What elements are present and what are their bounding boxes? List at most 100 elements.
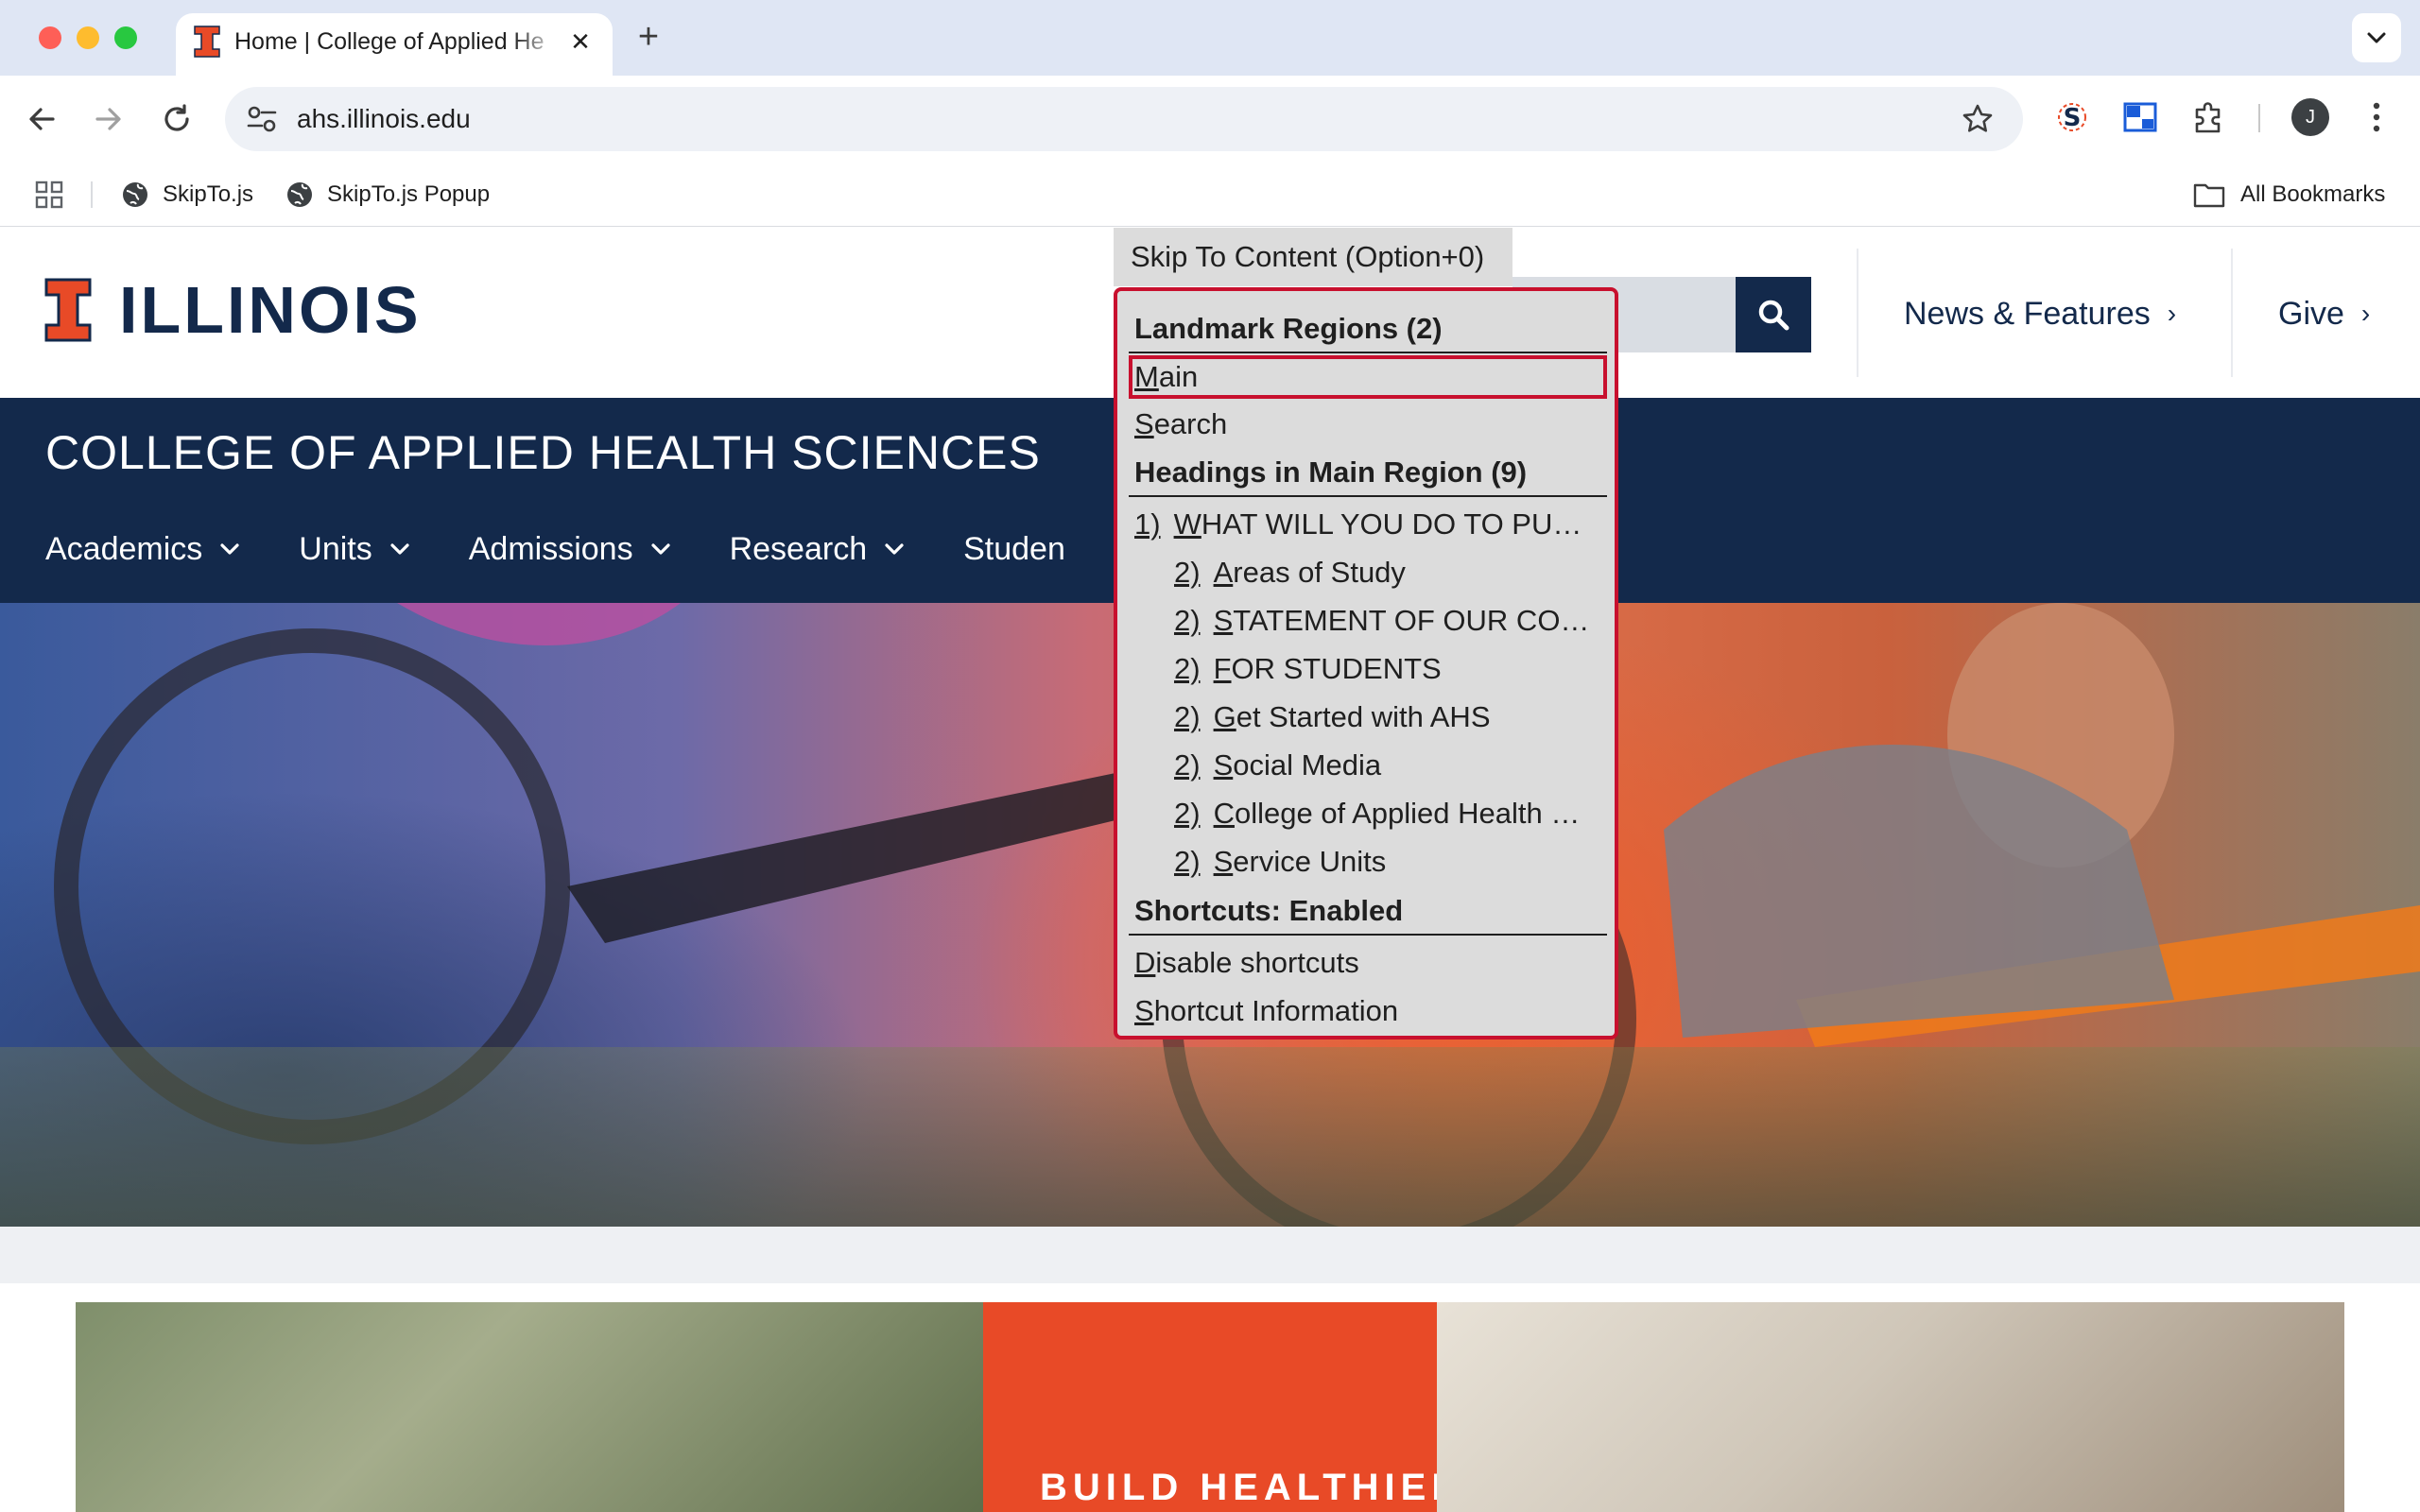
browser-tab-active[interactable]: Home | College of Applied He ✕ bbox=[176, 13, 613, 76]
skipto-item-search[interactable]: Search bbox=[1129, 403, 1607, 446]
bookmarks-separator bbox=[91, 181, 93, 208]
header-divider bbox=[1857, 249, 1858, 377]
nav-label: Academics bbox=[45, 530, 203, 567]
tab-close-icon[interactable]: ✕ bbox=[565, 26, 596, 57]
heading-level: 2) bbox=[1174, 652, 1201, 685]
give-link[interactable]: Give › bbox=[2278, 290, 2370, 337]
nav-admissions[interactable]: Admissions bbox=[469, 531, 671, 568]
skipto-heading-item[interactable]: 2) Areas of Study bbox=[1129, 551, 1607, 594]
skipto-item-label: hortcut Information bbox=[1153, 994, 1399, 1027]
chevron-down-icon bbox=[885, 543, 904, 555]
skipto-item-shortcut: S bbox=[1213, 845, 1234, 878]
skipto-item-label: reas of Study bbox=[1233, 556, 1406, 589]
skipto-disable-shortcuts[interactable]: Disable shortcuts bbox=[1129, 941, 1607, 985]
skipto-heading-item[interactable]: 2) College of Applied Health … bbox=[1129, 792, 1607, 835]
nav-label: Admissions bbox=[468, 530, 633, 567]
skipto-item-label: ollege of Applied Health … bbox=[1234, 797, 1581, 830]
skipto-item-shortcut: S bbox=[1213, 604, 1234, 637]
forward-arrow-icon[interactable] bbox=[86, 96, 131, 142]
skipto-heading-item[interactable]: 2) Get Started with AHS bbox=[1129, 696, 1607, 739]
chevron-right-icon: › bbox=[2360, 299, 2371, 328]
news-features-link[interactable]: News & Features › bbox=[1904, 290, 2176, 337]
skipto-item-shortcut: S bbox=[1213, 748, 1234, 782]
nav-units[interactable]: Units bbox=[299, 531, 409, 568]
svg-text:S: S bbox=[2064, 104, 2082, 132]
more-menu-icon[interactable] bbox=[2360, 96, 2394, 138]
apps-grid-icon[interactable] bbox=[34, 180, 64, 210]
skipto-item-shortcut: S bbox=[1134, 994, 1154, 1027]
close-window-button[interactable] bbox=[39, 26, 61, 49]
nav-research[interactable]: Research bbox=[730, 531, 906, 568]
campus-photo-card[interactable] bbox=[76, 1302, 983, 1512]
main-navigation: Academics Units Admissions Research Stud… bbox=[45, 523, 1124, 576]
toolbar-separator bbox=[2258, 104, 2260, 132]
illinois-wordmark[interactable]: ILLINOIS bbox=[119, 267, 422, 352]
college-title[interactable]: COLLEGE OF APPLIED HEALTH SCIENCES bbox=[45, 422, 1041, 483]
skipto-heading-item[interactable]: 2) Service Units bbox=[1129, 840, 1607, 884]
picture-extension-icon[interactable] bbox=[2119, 96, 2161, 138]
skipto-item-label: ain bbox=[1158, 360, 1199, 393]
bookmark-skipto[interactable]: SkipTo.js bbox=[121, 176, 253, 214]
extensions-puzzle-icon[interactable] bbox=[2187, 96, 2229, 138]
skipto-group-headings: Headings in Main Region (9) bbox=[1129, 450, 1607, 497]
skipto-heading-item[interactable]: 2) FOR STUDENTS bbox=[1129, 647, 1607, 691]
header-divider bbox=[2231, 249, 2233, 377]
skipto-heading-item[interactable]: 2) Social Media bbox=[1129, 744, 1607, 787]
folder-icon bbox=[2193, 183, 2225, 208]
illinois-favicon-icon bbox=[194, 26, 220, 58]
nav-students[interactable]: Studen bbox=[963, 531, 1065, 568]
profile-avatar[interactable]: J bbox=[2291, 98, 2329, 136]
browser-tab-strip: Home | College of Applied He ✕ + bbox=[0, 0, 2420, 76]
skipto-item-shortcut: C bbox=[1213, 797, 1235, 830]
zoom-window-button[interactable] bbox=[114, 26, 137, 49]
new-tab-button[interactable]: + bbox=[630, 19, 667, 57]
heading-level: 1) bbox=[1134, 507, 1161, 541]
promo-card[interactable]: BUILD HEALTHIER bbox=[983, 1302, 1459, 1512]
url-text[interactable]: ahs.illinois.edu bbox=[297, 100, 471, 138]
nav-academics[interactable]: Academics bbox=[45, 531, 240, 568]
heading-level: 2) bbox=[1174, 556, 1201, 589]
minimize-window-button[interactable] bbox=[77, 26, 99, 49]
skipto-item-label: et Started with AHS bbox=[1236, 700, 1491, 733]
back-arrow-icon[interactable] bbox=[19, 96, 64, 142]
heading-level: 2) bbox=[1174, 748, 1201, 782]
heading-level: 2) bbox=[1174, 797, 1201, 830]
site-settings-icon[interactable] bbox=[246, 104, 278, 134]
illinois-block-i-logo[interactable] bbox=[43, 277, 93, 343]
bookmark-star-icon[interactable] bbox=[1961, 102, 1995, 136]
skipto-item-shortcut: W bbox=[1173, 507, 1201, 541]
give-label: Give bbox=[2278, 295, 2344, 332]
news-features-label: News & Features bbox=[1904, 295, 2151, 332]
all-bookmarks-label: All Bookmarks bbox=[2240, 181, 2386, 207]
skipto-heading-item[interactable]: 1) WHAT WILL YOU DO TO PU… bbox=[1129, 503, 1607, 546]
skipto-item-shortcut: D bbox=[1134, 946, 1156, 979]
skipto-item-label: HAT WILL YOU DO TO PU… bbox=[1201, 507, 1582, 541]
skipto-item-label: isable shortcuts bbox=[1155, 946, 1359, 979]
skipto-group-landmarks: Landmark Regions (2) bbox=[1129, 306, 1607, 353]
skipto-extension-icon[interactable]: S bbox=[2051, 96, 2093, 138]
skipto-item-shortcut: G bbox=[1213, 700, 1236, 733]
promo-card-text: BUILD HEALTHIER bbox=[1040, 1467, 1465, 1508]
skipto-item-label: earch bbox=[1153, 407, 1228, 440]
nav-label: Research bbox=[729, 530, 868, 567]
chevron-down-icon bbox=[390, 543, 409, 555]
reload-icon[interactable] bbox=[154, 96, 199, 142]
skipto-heading-item[interactable]: 2) STATEMENT OF OUR CO… bbox=[1129, 599, 1607, 643]
all-bookmarks-button[interactable]: All Bookmarks bbox=[2193, 176, 2385, 214]
skipto-button[interactable]: Skip To Content (Option+0) bbox=[1114, 228, 1512, 286]
skipto-group-shortcuts: Shortcuts: Enabled bbox=[1129, 888, 1607, 936]
tab-search-button[interactable] bbox=[2352, 13, 2401, 62]
heading-level: 2) bbox=[1174, 604, 1201, 637]
skipto-item-shortcut: F bbox=[1213, 652, 1232, 685]
skipto-item-label: TATEMENT OF OUR CO… bbox=[1233, 604, 1590, 637]
globe-icon bbox=[123, 182, 147, 207]
skipto-shortcut-information[interactable]: Shortcut Information bbox=[1129, 989, 1607, 1033]
heading-level: 2) bbox=[1174, 845, 1201, 878]
skipto-item-main[interactable]: Main bbox=[1129, 355, 1607, 399]
bookmark-skipto-popup[interactable]: SkipTo.js Popup bbox=[285, 176, 490, 214]
address-bar[interactable]: ahs.illinois.edu bbox=[225, 87, 2023, 151]
skipto-item-shortcut: A bbox=[1213, 556, 1234, 589]
site-search-button[interactable] bbox=[1736, 277, 1811, 352]
community-photo-card[interactable] bbox=[1437, 1302, 2344, 1512]
chevron-down-icon bbox=[650, 543, 670, 555]
